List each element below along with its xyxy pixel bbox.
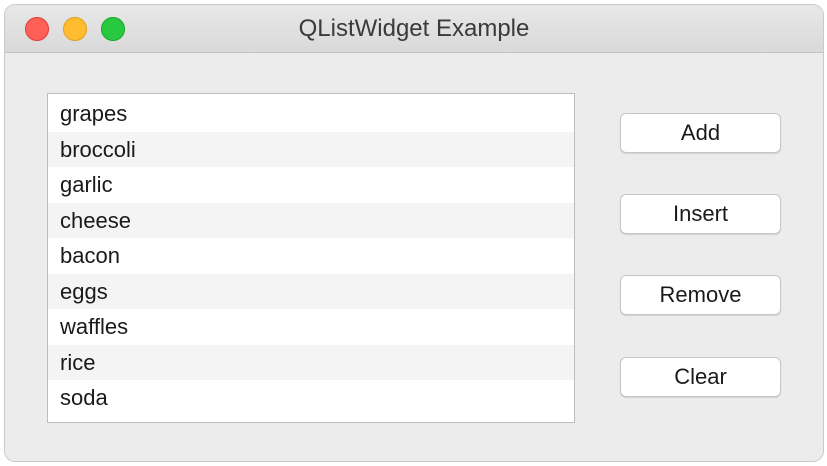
remove-button[interactable]: Remove: [620, 275, 781, 315]
add-button[interactable]: Add: [620, 113, 781, 153]
title-bar: QListWidget Example: [5, 5, 823, 53]
list-widget[interactable]: grapes broccoli garlic cheese bacon eggs…: [47, 93, 575, 423]
list-item[interactable]: broccoli: [48, 131, 574, 167]
list-item[interactable]: soda: [48, 380, 574, 416]
list-item[interactable]: cheese: [48, 202, 574, 238]
list-item[interactable]: rice: [48, 344, 574, 380]
main-window: QListWidget Example grapes broccoli garl…: [5, 5, 823, 461]
list-item[interactable]: eggs: [48, 273, 574, 309]
insert-button[interactable]: Insert: [620, 194, 781, 234]
clear-button[interactable]: Clear: [620, 357, 781, 397]
list-item[interactable]: bacon: [48, 238, 574, 274]
list-item[interactable]: waffles: [48, 309, 574, 345]
list-item[interactable]: garlic: [48, 167, 574, 203]
window-title: QListWidget Example: [298, 15, 530, 42]
list-item[interactable]: grapes: [48, 96, 574, 132]
